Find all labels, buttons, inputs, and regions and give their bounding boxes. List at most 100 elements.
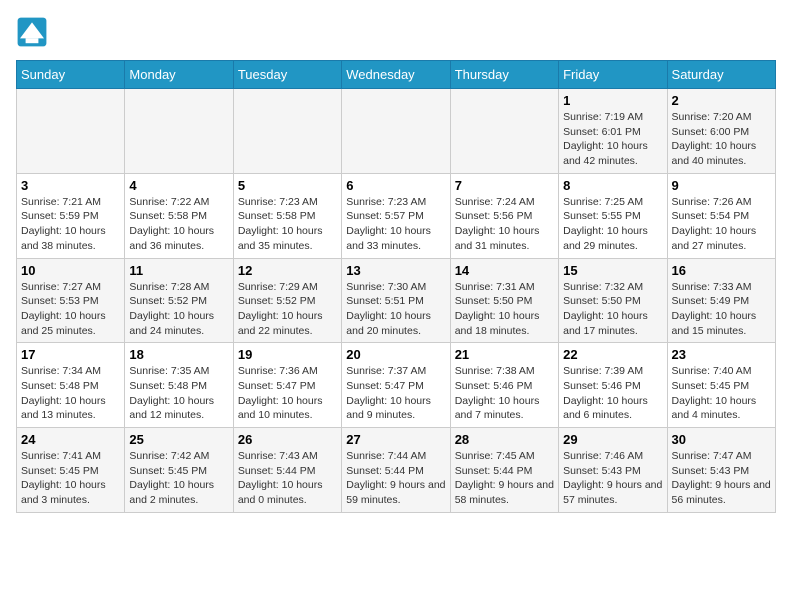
day-info: Sunrise: 7:42 AMSunset: 5:45 PMDaylight:… (129, 449, 228, 508)
col-wednesday: Wednesday (342, 61, 450, 89)
logo-icon (16, 16, 48, 48)
day-number: 20 (346, 347, 445, 362)
day-number: 8 (563, 178, 662, 193)
calendar-cell: 26 Sunrise: 7:43 AMSunset: 5:44 PMDayligh… (233, 428, 341, 513)
calendar-cell: 7 Sunrise: 7:24 AMSunset: 5:56 PMDaylight… (450, 173, 558, 258)
col-friday: Friday (559, 61, 667, 89)
col-tuesday: Tuesday (233, 61, 341, 89)
calendar-cell: 29Sunrise: 7:46 AMSunset: 5:43 PMDayligh… (559, 428, 667, 513)
day-number: 26 (238, 432, 337, 447)
calendar-cell: 1Sunrise: 7:19 AMSunset: 6:01 PMDaylight… (559, 89, 667, 174)
calendar-cell: 25 Sunrise: 7:42 AMSunset: 5:45 PMDayligh… (125, 428, 233, 513)
day-number: 15 (563, 263, 662, 278)
calendar-cell: 14 Sunrise: 7:31 AMSunset: 5:50 PMDayligh… (450, 258, 558, 343)
day-info: Sunrise: 7:34 AMSunset: 5:48 PMDaylight:… (21, 364, 120, 423)
day-number: 3 (21, 178, 120, 193)
col-sunday: Sunday (17, 61, 125, 89)
day-info: Sunrise: 7:28 AMSunset: 5:52 PMDaylight:… (129, 280, 228, 339)
calendar-cell (17, 89, 125, 174)
day-info: Sunrise: 7:31 AMSunset: 5:50 PMDaylight:… (455, 280, 554, 339)
day-info: Sunrise: 7:35 AMSunset: 5:48 PMDaylight:… (129, 364, 228, 423)
day-number: 10 (21, 263, 120, 278)
logo (16, 16, 52, 48)
calendar-cell: 21Sunrise: 7:38 AMSunset: 5:46 PMDayligh… (450, 343, 558, 428)
calendar-cell: 6Sunrise: 7:23 AMSunset: 5:57 PMDaylight… (342, 173, 450, 258)
calendar-cell: 28 Sunrise: 7:45 AMSunset: 5:44 PMDayligh… (450, 428, 558, 513)
day-info: Sunrise: 7:24 AMSunset: 5:56 PMDaylight:… (455, 195, 554, 254)
calendar-cell: 4Sunrise: 7:22 AMSunset: 5:58 PMDaylight… (125, 173, 233, 258)
day-info: Sunrise: 7:44 AMSunset: 5:44 PMDaylight:… (346, 449, 445, 508)
calendar-cell: 12 Sunrise: 7:29 AMSunset: 5:52 PMDayligh… (233, 258, 341, 343)
col-saturday: Saturday (667, 61, 775, 89)
calendar-cell: 2 Sunrise: 7:20 AMSunset: 6:00 PMDaylight… (667, 89, 775, 174)
calendar-cell: 17 Sunrise: 7:34 AMSunset: 5:48 PMDayligh… (17, 343, 125, 428)
day-info: Sunrise: 7:23 AMSunset: 5:57 PMDaylight:… (346, 195, 445, 254)
calendar-cell: 5 Sunrise: 7:23 AMSunset: 5:58 PMDaylight… (233, 173, 341, 258)
day-info: Sunrise: 7:27 AMSunset: 5:53 PMDaylight:… (21, 280, 120, 339)
day-info: Sunrise: 7:23 AMSunset: 5:58 PMDaylight:… (238, 195, 337, 254)
day-number: 24 (21, 432, 120, 447)
day-number: 16 (672, 263, 771, 278)
day-info: Sunrise: 7:20 AMSunset: 6:00 PMDaylight:… (672, 110, 771, 169)
calendar-cell: 22 Sunrise: 7:39 AMSunset: 5:46 PMDayligh… (559, 343, 667, 428)
calendar-cell (450, 89, 558, 174)
day-number: 30 (672, 432, 771, 447)
calendar-cell: 24 Sunrise: 7:41 AMSunset: 5:45 PMDayligh… (17, 428, 125, 513)
calendar-cell: 13 Sunrise: 7:30 AMSunset: 5:51 PMDayligh… (342, 258, 450, 343)
calendar-cell: 3 Sunrise: 7:21 AMSunset: 5:59 PMDaylight… (17, 173, 125, 258)
day-info: Sunrise: 7:38 AMSunset: 5:46 PMDaylight:… (455, 364, 554, 423)
calendar-cell: 20Sunrise: 7:37 AMSunset: 5:47 PMDayligh… (342, 343, 450, 428)
day-info: Sunrise: 7:22 AMSunset: 5:58 PMDaylight:… (129, 195, 228, 254)
day-info: Sunrise: 7:45 AMSunset: 5:44 PMDaylight:… (455, 449, 554, 508)
calendar-week-5: 24 Sunrise: 7:41 AMSunset: 5:45 PMDayligh… (17, 428, 776, 513)
day-number: 27 (346, 432, 445, 447)
day-number: 12 (238, 263, 337, 278)
calendar-cell: 15 Sunrise: 7:32 AMSunset: 5:50 PMDayligh… (559, 258, 667, 343)
day-number: 14 (455, 263, 554, 278)
calendar-cell: 27 Sunrise: 7:44 AMSunset: 5:44 PMDayligh… (342, 428, 450, 513)
calendar-week-2: 3 Sunrise: 7:21 AMSunset: 5:59 PMDaylight… (17, 173, 776, 258)
calendar-week-1: 1Sunrise: 7:19 AMSunset: 6:01 PMDaylight… (17, 89, 776, 174)
calendar-cell: 10 Sunrise: 7:27 AMSunset: 5:53 PMDayligh… (17, 258, 125, 343)
day-info: Sunrise: 7:30 AMSunset: 5:51 PMDaylight:… (346, 280, 445, 339)
calendar-table: Sunday Monday Tuesday Wednesday Thursday… (16, 60, 776, 513)
day-number: 5 (238, 178, 337, 193)
day-info: Sunrise: 7:41 AMSunset: 5:45 PMDaylight:… (21, 449, 120, 508)
calendar-cell (342, 89, 450, 174)
day-number: 2 (672, 93, 771, 108)
day-info: Sunrise: 7:25 AMSunset: 5:55 PMDaylight:… (563, 195, 662, 254)
day-info: Sunrise: 7:43 AMSunset: 5:44 PMDaylight:… (238, 449, 337, 508)
day-number: 18 (129, 347, 228, 362)
calendar-cell: 19 Sunrise: 7:36 AMSunset: 5:47 PMDayligh… (233, 343, 341, 428)
day-number: 11 (129, 263, 228, 278)
day-info: Sunrise: 7:39 AMSunset: 5:46 PMDaylight:… (563, 364, 662, 423)
day-info: Sunrise: 7:32 AMSunset: 5:50 PMDaylight:… (563, 280, 662, 339)
day-info: Sunrise: 7:40 AMSunset: 5:45 PMDaylight:… (672, 364, 771, 423)
day-info: Sunrise: 7:33 AMSunset: 5:49 PMDaylight:… (672, 280, 771, 339)
day-info: Sunrise: 7:36 AMSunset: 5:47 PMDaylight:… (238, 364, 337, 423)
day-number: 13 (346, 263, 445, 278)
header-row: Sunday Monday Tuesday Wednesday Thursday… (17, 61, 776, 89)
day-info: Sunrise: 7:21 AMSunset: 5:59 PMDaylight:… (21, 195, 120, 254)
calendar-cell: 9Sunrise: 7:26 AMSunset: 5:54 PMDaylight… (667, 173, 775, 258)
calendar-cell: 18 Sunrise: 7:35 AMSunset: 5:48 PMDayligh… (125, 343, 233, 428)
day-info: Sunrise: 7:47 AMSunset: 5:43 PMDaylight:… (672, 449, 771, 508)
calendar-body: 1Sunrise: 7:19 AMSunset: 6:01 PMDaylight… (17, 89, 776, 513)
col-monday: Monday (125, 61, 233, 89)
day-number: 19 (238, 347, 337, 362)
day-number: 28 (455, 432, 554, 447)
day-info: Sunrise: 7:46 AMSunset: 5:43 PMDaylight:… (563, 449, 662, 508)
day-number: 23 (672, 347, 771, 362)
day-number: 17 (21, 347, 120, 362)
day-info: Sunrise: 7:19 AMSunset: 6:01 PMDaylight:… (563, 110, 662, 169)
day-number: 7 (455, 178, 554, 193)
calendar-cell: 23 Sunrise: 7:40 AMSunset: 5:45 PMDayligh… (667, 343, 775, 428)
day-number: 25 (129, 432, 228, 447)
calendar-header: Sunday Monday Tuesday Wednesday Thursday… (17, 61, 776, 89)
calendar-week-3: 10 Sunrise: 7:27 AMSunset: 5:53 PMDayligh… (17, 258, 776, 343)
col-thursday: Thursday (450, 61, 558, 89)
day-number: 22 (563, 347, 662, 362)
calendar-cell: 16 Sunrise: 7:33 AMSunset: 5:49 PMDayligh… (667, 258, 775, 343)
calendar-cell (125, 89, 233, 174)
day-info: Sunrise: 7:29 AMSunset: 5:52 PMDaylight:… (238, 280, 337, 339)
